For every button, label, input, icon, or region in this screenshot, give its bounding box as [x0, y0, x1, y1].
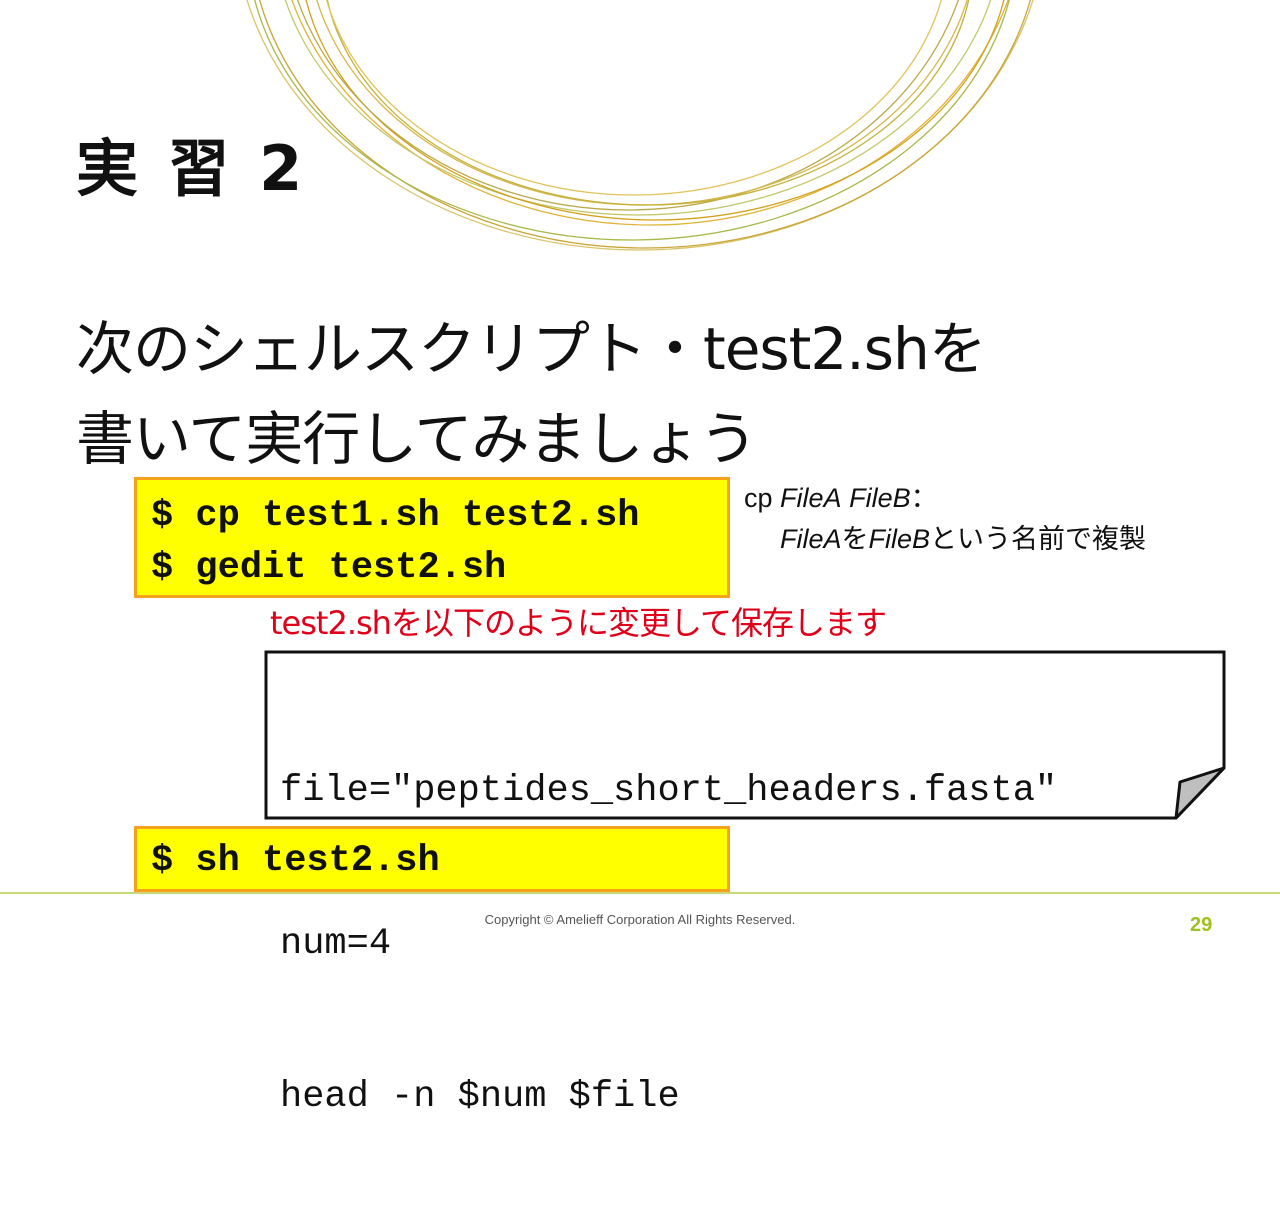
command-box-bottom: $ sh test2.sh [134, 826, 730, 892]
command-line: $ sh test2.sh [151, 840, 440, 882]
script-code: file="peptides_short_headers.fasta" num=… [280, 664, 1057, 1225]
cp-note-syntax: cp FileA FileB： [744, 483, 938, 513]
page-number: 29 [1190, 914, 1213, 936]
command-box-top: $ cp test1.sh test2.sh $ gedit test2.sh [134, 477, 730, 598]
footer-rule [0, 892, 1280, 894]
instruction-line-1: 次のシェルスクリプト・test2.shを [76, 315, 987, 383]
cp-note-description: FileAをFileBという名前で複製 [780, 524, 1147, 554]
command-line: $ cp test1.sh test2.sh [151, 495, 640, 537]
instruction-line-2: 書いて実行してみましょう [76, 405, 758, 473]
edit-instruction: test2.shを以下のように変更して保存します [270, 604, 887, 642]
script-box: file="peptides_short_headers.fasta" num=… [264, 650, 1226, 1118]
copyright-text: Copyright © Amelieff Corporation All Rig… [484, 912, 796, 927]
cp-note: cp FileA FileB： FileAをFileBという名前で複製 [744, 478, 1146, 560]
code-line: head -n $num $file [280, 1076, 680, 1118]
code-line: file="peptides_short_headers.fasta" [280, 770, 1058, 812]
slide-title: 実 習 2 [76, 132, 307, 205]
command-line: $ gedit test2.sh [151, 547, 507, 589]
